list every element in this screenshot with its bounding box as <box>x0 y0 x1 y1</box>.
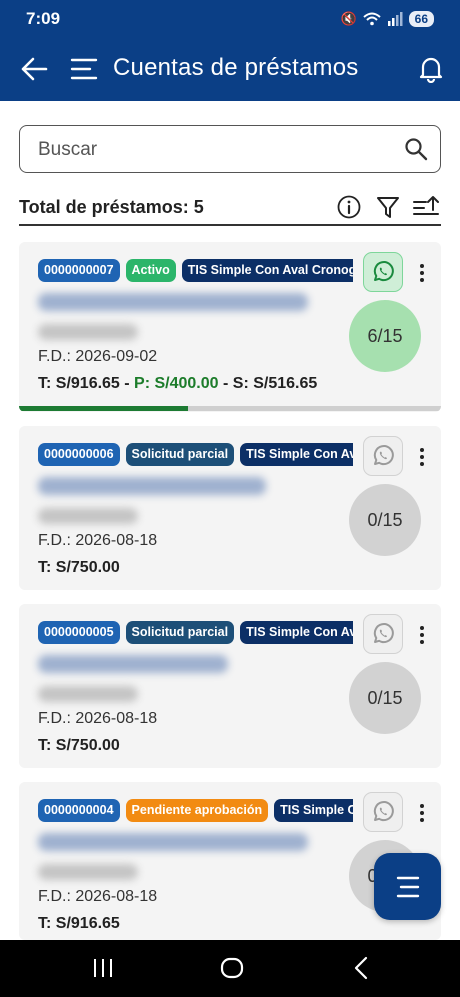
system-nav-bar <box>0 940 460 997</box>
total-amount: T: S/916.65 <box>38 915 120 932</box>
battery-icon: 66 <box>408 11 434 27</box>
search-input[interactable] <box>38 137 398 163</box>
whatsapp-icon <box>373 623 394 644</box>
filter-icon[interactable] <box>376 195 400 219</box>
status-badge: Solicitud parcial <box>125 621 235 644</box>
status-badge: Solicitud parcial <box>125 443 235 466</box>
payment-progress-fill <box>19 406 188 411</box>
product-badge: TIS Simple Con Aval <box>240 443 353 466</box>
loan-card[interactable]: 0000000005 Solicitud parcial TIS Simple Co… <box>19 604 441 768</box>
wifi-icon <box>362 12 381 26</box>
whatsapp-icon <box>373 445 394 466</box>
total-loans-count: Total de préstamos: 5 <box>19 197 204 217</box>
loan-id-badge: 0000000007 <box>38 259 120 282</box>
total-amount: T: S/916.65 <box>38 375 120 392</box>
home-icon[interactable] <box>219 956 245 980</box>
more-options-icon[interactable] <box>415 620 429 650</box>
product-badge: TIS Simple Con Aval <box>274 799 353 822</box>
client-doc-redacted <box>38 324 138 340</box>
client-name-redacted <box>38 293 308 311</box>
installments-progress: 0/15 <box>349 484 421 556</box>
client-doc-redacted <box>38 864 138 880</box>
loan-card[interactable]: 0000000006 Solicitud parcial TIS Simple Co… <box>19 426 441 590</box>
loan-id-badge: 0000000005 <box>38 621 120 644</box>
whatsapp-button[interactable] <box>363 792 403 832</box>
status-icons: 🔇 66 <box>340 11 434 27</box>
info-icon[interactable] <box>337 195 361 219</box>
disbursement-date: F.D.: 2026-08-18 <box>38 888 158 905</box>
summary-row: Total de préstamos: 5 <box>19 192 441 226</box>
client-doc-redacted <box>38 508 138 524</box>
loan-id-badge: 0000000006 <box>38 443 120 466</box>
client-name-redacted <box>38 655 228 673</box>
installments-progress: 0/15 <box>349 662 421 734</box>
status-time: 7:09 <box>26 9 61 28</box>
balance-amount: S: S/516.65 <box>232 375 318 392</box>
product-badge: TIS Simple Con Aval <box>240 621 353 644</box>
fab-menu-button[interactable] <box>374 853 441 920</box>
client-name-redacted <box>38 477 266 495</box>
status-bar: 7:09 🔇 66 <box>26 8 434 30</box>
client-name-redacted <box>38 833 308 851</box>
signal-icon <box>387 12 403 26</box>
loan-id-badge: 0000000004 <box>38 799 120 822</box>
search-box[interactable] <box>19 125 441 173</box>
disbursement-date: F.D.: 2026-08-18 <box>38 532 158 549</box>
disbursement-date: F.D.: 2026-09-02 <box>38 348 158 365</box>
whatsapp-icon <box>373 801 394 822</box>
product-badge: TIS Simple Con Aval Cronograma <box>181 259 353 282</box>
bell-icon[interactable] <box>416 53 446 83</box>
app-bar: 7:09 🔇 66 Cuentas de préstamos <box>0 0 460 101</box>
recents-icon[interactable] <box>90 957 116 979</box>
paid-amount: P: S/400.00 <box>134 375 219 392</box>
back-icon[interactable] <box>350 956 372 980</box>
more-options-icon[interactable] <box>415 258 429 288</box>
loan-amounts: T: S/916.65 - P: S/400.00 - S: S/516.65 <box>38 375 318 392</box>
menu-icon <box>396 876 419 897</box>
loan-card[interactable]: 0000000007 Activo TIS Simple Con Aval Cron… <box>19 242 441 412</box>
header: Cuentas de préstamos <box>0 48 460 90</box>
loan-badges: 0000000007 Activo TIS Simple Con Aval Cron… <box>38 259 353 283</box>
client-doc-redacted <box>38 686 138 702</box>
page-title: Cuentas de préstamos <box>113 54 359 81</box>
status-badge: Activo <box>125 259 176 282</box>
status-badge: Pendiente aprobación <box>125 799 269 822</box>
installments-progress: 6/15 <box>349 300 421 372</box>
more-options-icon[interactable] <box>415 798 429 828</box>
mute-icon: 🔇 <box>340 11 357 26</box>
total-amount: T: S/750.00 <box>38 737 120 754</box>
sort-icon[interactable] <box>413 195 439 219</box>
total-amount: T: S/750.00 <box>38 559 120 576</box>
payment-progress-bar <box>19 406 441 411</box>
disbursement-date: F.D.: 2026-08-18 <box>38 710 158 727</box>
whatsapp-button[interactable] <box>363 436 403 476</box>
whatsapp-icon <box>373 261 394 282</box>
whatsapp-button[interactable] <box>363 614 403 654</box>
menu-icon[interactable] <box>70 56 98 82</box>
loan-badges: 0000000004 Pendiente aprobación TIS Simple… <box>38 799 353 823</box>
search-icon[interactable] <box>404 137 428 161</box>
whatsapp-button[interactable] <box>363 252 403 292</box>
back-arrow-icon[interactable] <box>20 56 48 82</box>
more-options-icon[interactable] <box>415 442 429 472</box>
loan-badges: 0000000005 Solicitud parcial TIS Simple Co… <box>38 621 353 645</box>
loan-badges: 0000000006 Solicitud parcial TIS Simple Co… <box>38 443 353 467</box>
